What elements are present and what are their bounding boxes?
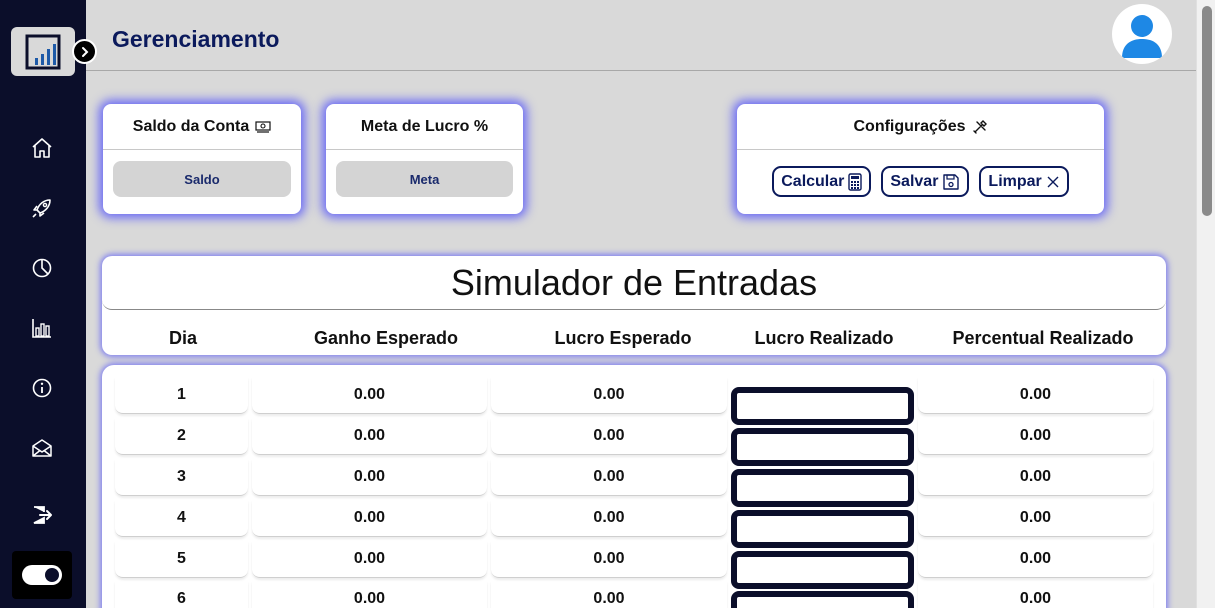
avatar[interactable] [1112,4,1172,64]
cell-percentual-realizado: 0.00 [918,459,1153,496]
column-header-ganho-esperado: Ganho Esperado [313,328,459,348]
logout-icon [33,506,52,524]
app-logo[interactable] [11,27,75,76]
table-row: 5 0.00 0.00 0.00 [102,541,1166,589]
toggle-switch-icon [22,565,62,585]
sidebar-item-rocket[interactable] [28,194,56,222]
sidebar-item-chart-pie[interactable] [28,254,56,282]
cell-ganho-esperado: 0.00 [252,377,487,414]
cell-ganho-esperado: 0.00 [252,541,487,578]
logo-chart-icon [25,34,61,69]
info-icon [32,378,52,398]
cell-lucro-esperado: 0.00 [491,418,727,455]
cell-dia: 3 [115,459,248,496]
chevron-right-icon [81,46,88,57]
table-row: 3 0.00 0.00 0.00 [102,459,1166,507]
scroll-thumb[interactable] [1202,6,1212,216]
cell-ganho-esperado: 0.00 [252,500,487,537]
sidebar-toggle-button[interactable] [72,39,97,64]
cell-ganho-esperado: 0.00 [252,418,487,455]
meta-card: Meta de Lucro % [326,104,523,214]
saldo-input[interactable] [113,161,291,197]
limpar-label: Limpar [988,172,1042,190]
cell-percentual-realizado: 0.00 [918,500,1153,537]
cell-percentual-realizado: 0.00 [918,377,1153,414]
meta-card-title: Meta de Lucro % [326,104,523,150]
rocket-icon [32,199,51,218]
user-avatar-icon [1122,15,1162,58]
simulator-header: Simulador de Entradas Dia Ganho Esperado… [102,256,1166,355]
sidebar-item-info[interactable] [28,374,56,402]
table-row: 4 0.00 0.00 0.00 [102,500,1166,548]
config-card-title: Configurações [737,104,1104,150]
lucro-realizado-input[interactable] [731,591,914,608]
saldo-title-label: Saldo da Conta [132,117,250,135]
page-header: Gerenciamento [86,0,1196,71]
cell-dia: 6 [115,581,248,608]
cell-lucro-esperado: 0.00 [491,377,727,414]
simulator-title: Simulador de Entradas [102,256,1166,310]
sidebar-item-home[interactable] [28,134,56,162]
tools-icon [972,119,987,134]
sidebar-item-mail[interactable] [28,434,56,462]
limpar-button[interactable]: Limpar [979,166,1069,197]
sidebar [0,0,97,608]
cell-lucro-esperado: 0.00 [491,500,727,537]
saldo-card: Saldo da Conta [103,104,301,214]
table-row: 6 0.00 0.00 0.00 [102,581,1166,608]
theme-toggle[interactable] [12,551,72,599]
pie-chart-icon [32,258,52,278]
cell-dia: 5 [115,541,248,578]
column-header-dia: Dia [168,328,198,348]
salvar-label: Salvar [890,172,939,190]
calculator-icon [848,172,863,191]
money-icon [255,120,271,133]
config-title-label: Configurações [853,117,966,135]
simulator-table-body: 1 0.00 0.00 0.00 2 0.00 0.00 0.00 3 0.00… [102,365,1166,608]
bar-chart-icon [32,319,51,338]
cell-lucro-esperado: 0.00 [491,581,727,608]
column-header-lucro-realizado: Lucro Realizado [754,328,894,348]
cell-ganho-esperado: 0.00 [252,581,487,608]
close-icon [1047,176,1059,187]
saldo-card-title: Saldo da Conta [103,104,301,150]
cell-dia: 2 [115,418,248,455]
home-icon [32,138,52,158]
envelope-icon [32,439,52,457]
meta-title-label: Meta de Lucro % [360,117,489,135]
cell-dia: 1 [115,377,248,414]
sidebar-item-bar-chart[interactable] [28,314,56,342]
column-header-lucro-esperado: Lucro Esperado [554,328,692,348]
page-title: Gerenciamento [112,26,280,52]
cell-percentual-realizado: 0.00 [918,541,1153,578]
cell-lucro-esperado: 0.00 [491,541,727,578]
floppy-disk-icon [943,173,960,190]
page-scrollbar[interactable] [1196,0,1215,608]
calcular-button[interactable]: Calcular [772,166,872,197]
salvar-button[interactable]: Salvar [881,166,970,197]
cell-percentual-realizado: 0.00 [918,581,1153,608]
cell-percentual-realizado: 0.00 [918,418,1153,455]
meta-input[interactable] [336,161,513,197]
table-row: 2 0.00 0.00 0.00 [102,418,1166,466]
table-row: 1 0.00 0.00 0.00 [102,377,1166,425]
config-button-row: Calcular Salvar Limpar [737,166,1104,197]
cell-lucro-esperado: 0.00 [491,459,727,496]
cell-ganho-esperado: 0.00 [252,459,487,496]
column-header-percentual-realizado: Percentual Realizado [952,328,1134,348]
cell-dia: 4 [115,500,248,537]
sidebar-item-logout[interactable] [28,501,56,529]
config-card: Configurações Calcular Salvar Limpar [737,104,1104,214]
calcular-label: Calcular [781,172,845,190]
